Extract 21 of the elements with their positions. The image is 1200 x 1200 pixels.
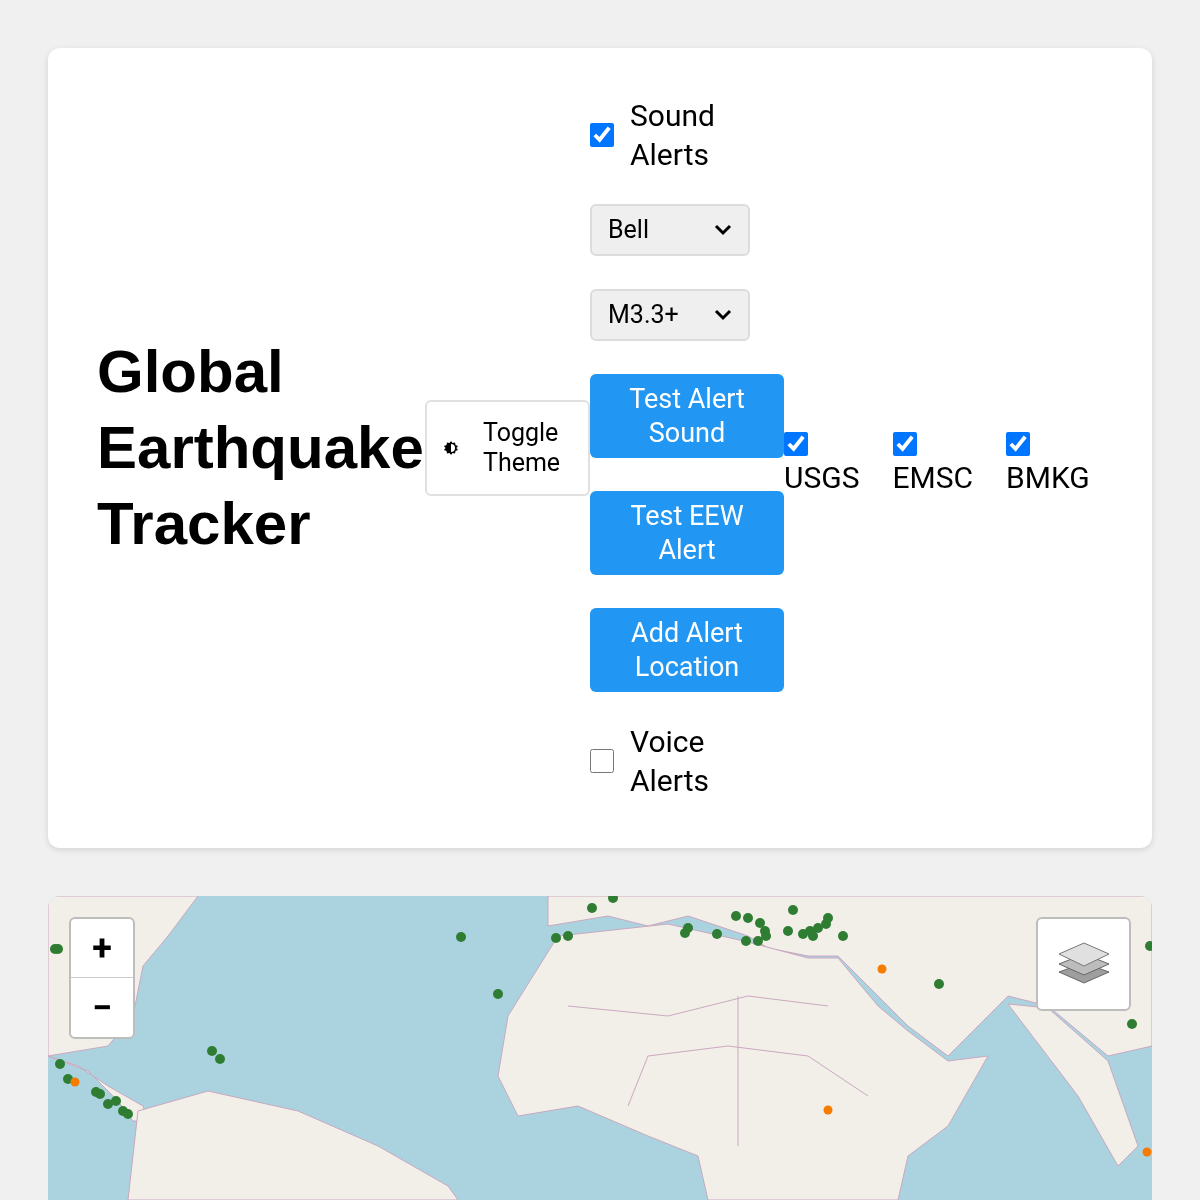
page-title: Global Earthquake Tracker [97, 337, 425, 559]
theme-icon [443, 440, 459, 456]
source-label: USGS [784, 460, 860, 496]
source-label: BMKG [1006, 460, 1090, 496]
zoom-in-button[interactable]: + [71, 919, 133, 978]
source-checkbox[interactable] [892, 432, 917, 456]
voice-alerts-label: Voice Alerts [630, 723, 710, 800]
sound-alerts-label: Sound Alerts [630, 97, 716, 174]
chevron-down-icon [714, 224, 732, 236]
chevron-down-icon [714, 309, 732, 321]
map[interactable]: + − [48, 896, 1152, 1200]
zoom-out-button[interactable]: − [71, 978, 133, 1037]
source-checkbox[interactable] [784, 432, 808, 456]
source-checkbox[interactable] [1006, 432, 1031, 456]
toggle-theme-button[interactable]: Toggle Theme [425, 400, 590, 496]
sound-select[interactable]: Bell [590, 204, 750, 256]
sound-alerts-checkbox[interactable] [590, 123, 614, 147]
source-label: EMSC [892, 460, 974, 496]
voice-alerts-checkbox[interactable] [590, 749, 614, 773]
layers-button[interactable] [1036, 917, 1131, 1011]
magnitude-select[interactable]: M3.3+ [590, 289, 750, 341]
